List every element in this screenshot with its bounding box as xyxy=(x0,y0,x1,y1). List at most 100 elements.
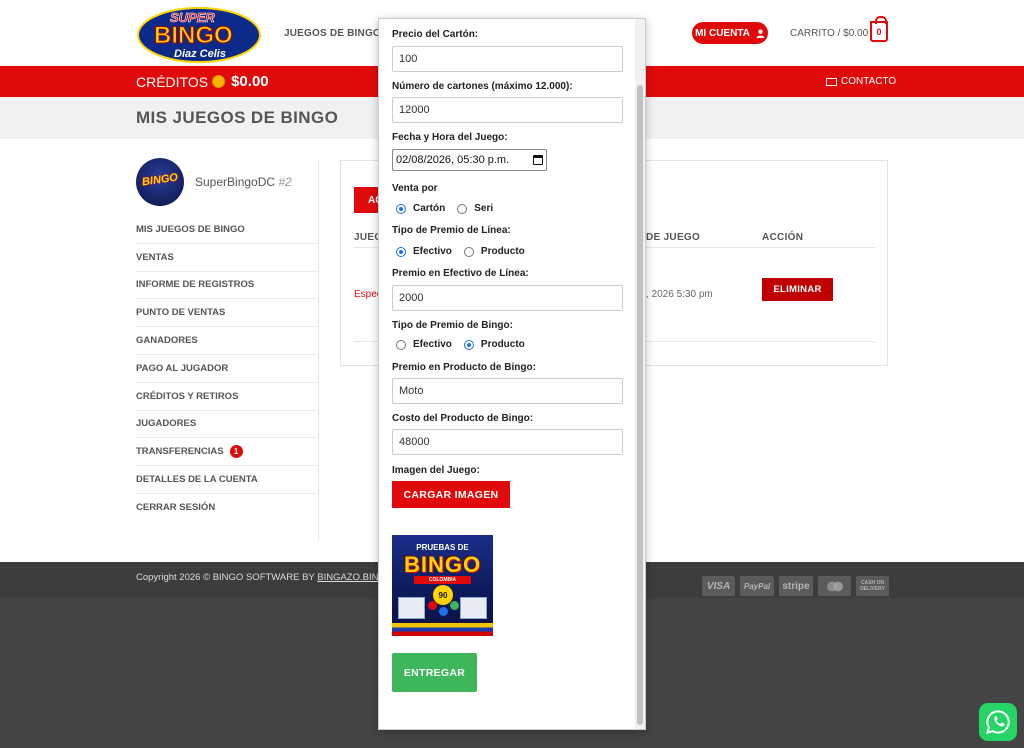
radio-sale-series[interactable] xyxy=(457,203,468,214)
modal-scrollbar[interactable] xyxy=(635,19,645,729)
bingo-prize-radio-group: Efectivo Producto xyxy=(396,339,525,350)
upload-image-button[interactable]: CARGAR IMAGEN xyxy=(392,481,510,508)
submit-button[interactable]: ENTREGAR xyxy=(392,653,477,692)
credits-label: CRÉDITOS xyxy=(136,73,209,90)
bingo-ball-shape xyxy=(428,601,437,610)
price-input[interactable]: 100 xyxy=(392,46,623,72)
account-sidebar: MIS JUEGOS DE BINGO VENTAS INFORME DE RE… xyxy=(136,216,318,522)
game-image-preview: PRUEBAS DE BINGO COLOMBIA 90 xyxy=(392,535,493,636)
sidebar-item-label: VENTAS xyxy=(136,251,174,263)
line-prize-type-label: Tipo de Premio de Línea: xyxy=(392,225,511,236)
sidebar-item-player-payment[interactable]: PAGO AL JUGADOR xyxy=(136,355,318,383)
page-title: MIS JUEGOS DE BINGO xyxy=(136,108,339,127)
radio-sale-carton[interactable] xyxy=(396,203,406,214)
my-account-label: MI CUENTA xyxy=(695,27,750,39)
svg-text:Diaz Celis: Diaz Celis xyxy=(174,48,226,60)
nav-bingo-games[interactable]: JUEGOS DE BINGO xyxy=(284,28,381,39)
radio-label: Efectivo xyxy=(413,246,452,257)
sidebar-item-label: CERRAR SESIÓN xyxy=(136,502,216,514)
mastercard-icon xyxy=(818,576,851,596)
sidebar-item-label: DETALLES DE LA CUENTA xyxy=(136,474,258,486)
whatsapp-button[interactable] xyxy=(979,703,1017,741)
copyright-text: Copyright 2026 © BINGO SOFTWARE BY xyxy=(136,572,318,583)
stripe-icon: stripe xyxy=(779,576,813,596)
sidebar-item-transfers[interactable]: TRANSFERENCIAS 1 xyxy=(136,438,318,467)
cart-bag-icon[interactable]: 0 xyxy=(870,16,888,42)
game-image-title: BINGO xyxy=(403,552,482,577)
flag-stripe xyxy=(392,623,493,636)
scrollbar-thumb[interactable] xyxy=(637,85,643,725)
sidebar-item-label: PUNTO DE VENTAS xyxy=(136,307,226,319)
coin-icon xyxy=(212,75,226,88)
bingo-ball-shape xyxy=(450,601,459,610)
username-text: SuperBingoDC xyxy=(195,175,276,189)
game-date: , 2026 5:30 pm xyxy=(646,289,713,300)
datetime-input[interactable]: 02/08/2026, 05:30 p.m. xyxy=(392,149,547,171)
sidebar-item-records-report[interactable]: INFORME DE REGISTROS xyxy=(136,272,318,300)
sidebar-item-label: JUGADORES xyxy=(136,418,197,430)
svg-text:BINGO: BINGO xyxy=(154,22,233,49)
bingo-ball-shape xyxy=(439,607,448,616)
contact-label: CONTACTO xyxy=(841,76,897,87)
radio-label: Efectivo xyxy=(413,339,452,350)
radio-label: Cartón xyxy=(413,203,446,214)
bingo-cost-input[interactable]: 48000 xyxy=(392,429,623,455)
payment-logos: VISA PayPal stripe CASH ON DELIVERY xyxy=(702,576,889,596)
radio-bingo-product[interactable] xyxy=(463,339,474,350)
visa-icon: VISA xyxy=(702,576,735,596)
create-game-modal: Precio del Cartón: 100 Número de cartone… xyxy=(378,18,646,730)
sidebar-item-label: TRANSFERENCIAS xyxy=(136,446,224,458)
delete-button[interactable]: ELIMINAR xyxy=(762,278,833,301)
credits-display: CRÉDITOS $0.00 xyxy=(136,73,269,90)
column-action: ACCIÓN xyxy=(762,232,804,243)
sale-label: Venta por xyxy=(392,183,438,194)
price-label: Precio del Cartón: xyxy=(392,29,479,40)
sidebar-item-logout[interactable]: CERRAR SESIÓN xyxy=(136,494,318,522)
count-input[interactable]: 12000 xyxy=(392,97,623,123)
radio-bingo-cash[interactable] xyxy=(396,339,406,350)
radio-line-cash[interactable] xyxy=(396,246,406,257)
line-prize-radio-group: Efectivo Producto xyxy=(396,246,525,257)
whatsapp-icon xyxy=(986,710,1010,734)
sidebar-item-winners[interactable]: GANADORES xyxy=(136,327,318,355)
sale-radio-group: Cartón Seri xyxy=(396,203,493,214)
sidebar-item-account-details[interactable]: DETALLES DE LA CUENTA xyxy=(136,466,318,494)
game-image-subtitle: COLOMBIA xyxy=(414,576,471,584)
radio-label: Seri xyxy=(474,203,494,214)
site-logo[interactable]: SUPER BINGO Diaz Celis xyxy=(136,2,262,64)
copyright-link[interactable]: BINGAZO.BIN xyxy=(317,572,378,583)
calendar-icon[interactable] xyxy=(533,155,543,165)
notification-badge: 1 xyxy=(229,445,243,459)
cart-link[interactable]: CARRITO / $0.00 xyxy=(790,28,868,39)
bingo-product-input[interactable]: Moto xyxy=(392,378,623,404)
sidebar-item-credits-withdrawals[interactable]: CRÉDITOS Y RETIROS xyxy=(136,383,318,411)
datetime-value: 02/08/2026, 05:30 p.m. xyxy=(396,154,510,166)
sidebar-item-label: INFORME DE REGISTROS xyxy=(136,279,255,291)
sidebar-item-label: CRÉDITOS Y RETIROS xyxy=(136,390,239,402)
sidebar-item-sales[interactable]: VENTAS xyxy=(136,244,318,272)
radio-line-product[interactable] xyxy=(463,246,474,257)
user-id: #2 xyxy=(278,175,292,189)
count-label: Número de cartones (máximo 12.000): xyxy=(392,81,573,92)
contact-link[interactable]: CONTACTO xyxy=(826,76,896,87)
add-game-button[interactable]: AG xyxy=(354,187,380,213)
line-cash-input[interactable]: 2000 xyxy=(392,285,623,311)
avatar-text: BINGO xyxy=(141,171,179,189)
cash-on-delivery-icon: CASH ON DELIVERY xyxy=(856,576,889,596)
datetime-label: Fecha y Hora del Juego: xyxy=(392,132,508,143)
game-image-top-text: PRUEBAS DE xyxy=(416,543,469,552)
bingo-cost-label: Costo del Producto de Bingo: xyxy=(392,413,534,424)
image-label: Imagen del Juego: xyxy=(392,465,480,476)
my-account-button[interactable]: MI CUENTA xyxy=(692,22,768,44)
sidebar-item-players[interactable]: JUGADORES xyxy=(136,411,318,439)
avatar: BINGO xyxy=(136,158,184,206)
sidebar-item-my-games[interactable]: MIS JUEGOS DE BINGO xyxy=(136,216,318,244)
username: SuperBingoDC #2 xyxy=(195,175,292,189)
sidebar-item-point-of-sale[interactable]: PUNTO DE VENTAS xyxy=(136,299,318,328)
mail-icon xyxy=(826,77,837,86)
sidebar-item-label: GANADORES xyxy=(136,335,198,347)
credits-value: $0.00 xyxy=(231,73,269,90)
bingo-card-shape xyxy=(460,597,487,619)
column-game-date: DE JUEGO xyxy=(646,232,701,243)
sidebar-item-label: PAGO AL JUGADOR xyxy=(136,362,229,374)
